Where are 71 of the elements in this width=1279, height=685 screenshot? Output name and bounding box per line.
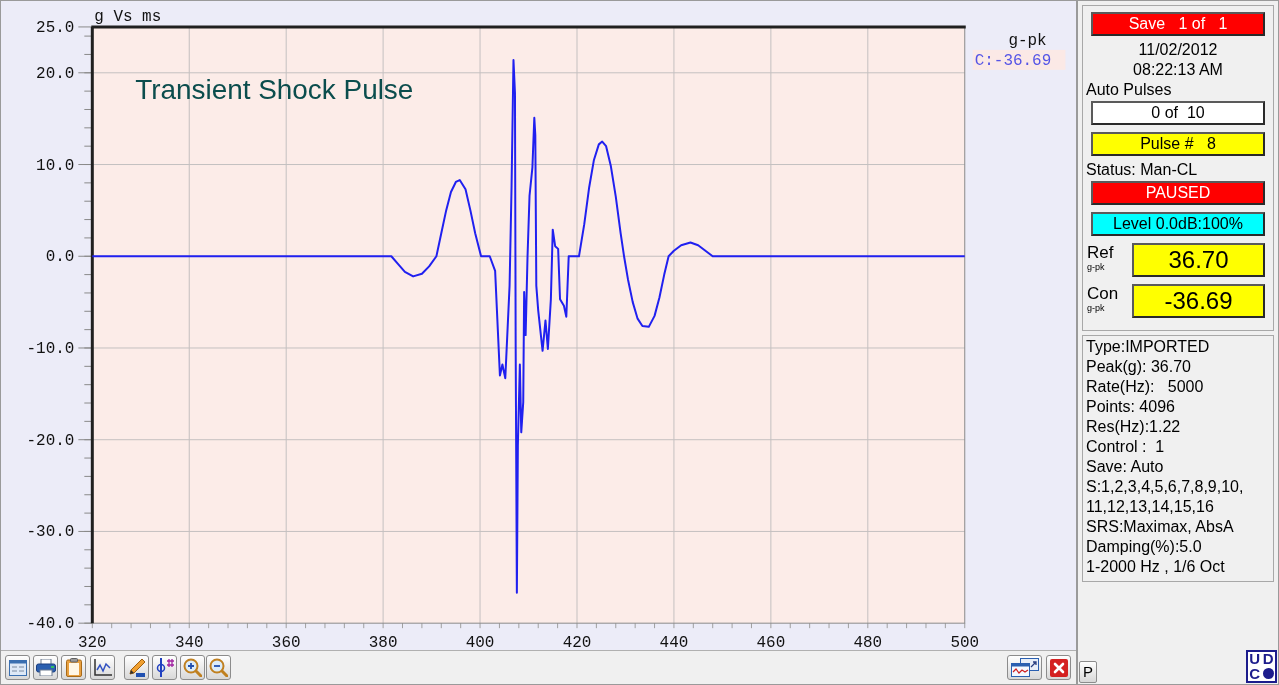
status-indicator: 0 of 10 [1091, 101, 1265, 125]
legend-label: C:-36.69 [974, 51, 1052, 70]
unit-label: g-pk [1008, 31, 1047, 50]
axis-tick-label: 440 [659, 634, 689, 651]
info-line: Rate(Hz): 5000 [1086, 377, 1205, 397]
axis-tick-label: 25.0 [36, 18, 75, 37]
axis-tick-label: 400 [465, 634, 495, 651]
reading-value: 36.70 [1132, 243, 1265, 277]
axis-tick-label: 420 [562, 634, 592, 651]
status-text: 11/02/2012 [1138, 40, 1218, 60]
status-indicator: Save 1 of 1 [1091, 12, 1265, 36]
axis-tick-label: -20.0 [26, 431, 75, 450]
axis-tick-label: -10.0 [26, 339, 75, 358]
zoom-out-icon [209, 658, 228, 678]
status-indicator: Level 0.0dB:100% [1091, 212, 1265, 236]
status-indicator: Pulse # 8 [1091, 132, 1265, 156]
reading-unit: g-pk [1087, 303, 1105, 314]
axis-tick-label: 360 [271, 634, 301, 651]
zoom-in-button[interactable] [180, 655, 205, 681]
info-line: Save: Auto [1086, 457, 1165, 477]
info-line: Damping(%):5.0 [1086, 537, 1203, 557]
axis-tick-label: 480 [853, 634, 883, 651]
status-label: Status: Man-CL [1086, 160, 1198, 180]
axis-tick-label: 20.0 [36, 64, 75, 83]
expand-chart-button[interactable] [1007, 655, 1042, 681]
annotate-button[interactable] [124, 655, 149, 681]
status-label: Auto Pulses [1086, 80, 1172, 100]
p-button[interactable]: P [1079, 661, 1097, 683]
clipboard-button[interactable] [61, 655, 86, 681]
info-line: 11,12,13,14,15,16 [1086, 497, 1215, 517]
info-line: Res(Hz):1.22 [1086, 417, 1182, 437]
close-button[interactable] [1046, 655, 1071, 681]
reading-label: Con [1087, 284, 1119, 303]
cursor-marker-icon [155, 658, 174, 678]
info-line: Control : 1 [1086, 437, 1166, 457]
axis-tick-label: -40.0 [26, 615, 75, 634]
status-indicator: PAUSED [1091, 181, 1265, 205]
window-list-icon [8, 659, 27, 676]
axis-button[interactable] [90, 655, 115, 681]
axis-tick-label: 380 [368, 634, 398, 651]
reading-unit: g-pk [1087, 262, 1105, 273]
axis-tick-label: 10.0 [36, 156, 75, 175]
axis-icon [93, 658, 112, 677]
axis-tick-label: -30.0 [26, 523, 75, 542]
pencil-icon [127, 658, 146, 678]
axis-tick-label: 500 [950, 634, 980, 651]
print-button[interactable] [33, 655, 58, 681]
axis-tick-label: 320 [77, 634, 107, 651]
axis-tick-label: 0.0 [45, 248, 75, 267]
info-line: 1-2000 Hz , 1/6 Oct [1086, 557, 1226, 577]
chart-window-icon [1010, 658, 1039, 678]
clipboard-icon [65, 658, 82, 678]
status-text: 08:22:13 AM [1133, 60, 1223, 80]
zoom-in-icon [183, 658, 202, 678]
zoom-out-button[interactable] [206, 655, 231, 681]
chart-annotation: Transient Shock Pulse [135, 73, 414, 105]
chart-title: g Vs ms [94, 7, 162, 26]
list-view-button[interactable] [5, 655, 30, 681]
printer-icon [35, 659, 56, 677]
reading-label: Ref [1087, 243, 1114, 262]
info-line: Points: 4096 [1086, 397, 1176, 417]
close-icon [1049, 658, 1068, 677]
logo: U D C [1246, 650, 1277, 683]
axis-tick-label: 340 [174, 634, 204, 651]
info-line: Type:IMPORTED [1086, 337, 1211, 357]
reading-value: -36.69 [1132, 284, 1265, 318]
info-line: Peak(g): 36.70 [1086, 357, 1192, 377]
cursor-button[interactable] [152, 655, 177, 681]
info-line: SRS:Maximax, AbsA [1086, 517, 1235, 537]
axis-tick-label: 460 [756, 634, 786, 651]
info-line: S:1,2,3,4,5,6,7,8,9,10, [1086, 477, 1245, 497]
